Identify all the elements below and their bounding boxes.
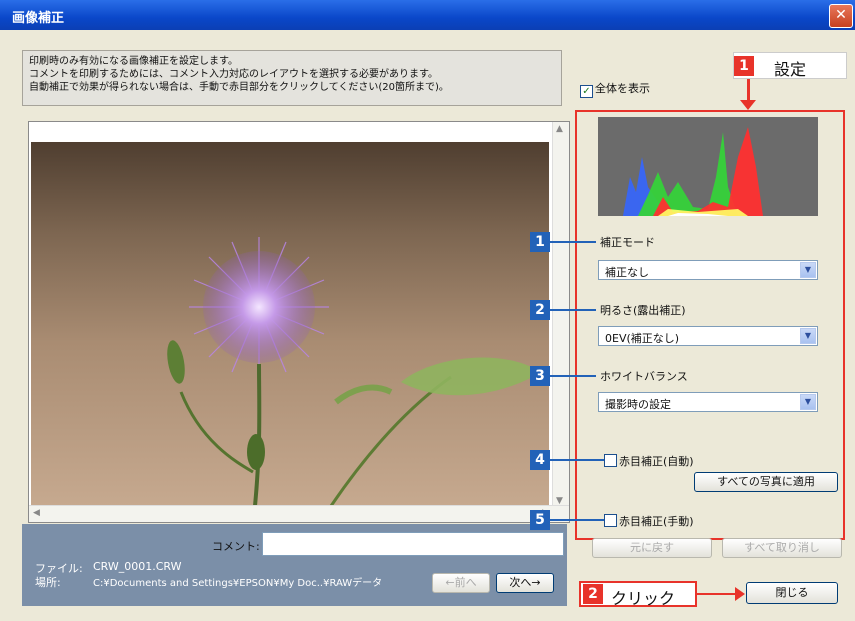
set-callout-label: 設定 bbox=[774, 60, 807, 79]
badge-2: 2 bbox=[530, 300, 550, 320]
comment-label: コメント: bbox=[212, 540, 260, 553]
undo-all-button[interactable]: すべて取り消し bbox=[722, 538, 842, 558]
horizontal-scrollbar[interactable]: ◀ ▶ bbox=[29, 505, 569, 522]
connector-3 bbox=[550, 375, 596, 377]
apply-all-photos-button[interactable]: すべての写真に適用 bbox=[694, 472, 838, 492]
close-window-button[interactable]: ✕ bbox=[829, 4, 853, 28]
click-pointer-line bbox=[697, 593, 737, 595]
click-pointer-arrow-icon bbox=[735, 587, 745, 601]
location-label: 場所: bbox=[35, 576, 61, 589]
badge-4: 4 bbox=[530, 450, 550, 470]
show-all-checkbox[interactable]: ✓ 全体を表示 bbox=[580, 80, 650, 98]
checkbox-icon bbox=[604, 514, 617, 527]
badge-5: 5 bbox=[530, 510, 550, 530]
comment-input[interactable] bbox=[262, 532, 564, 556]
white-balance-value: 撮影時の設定 bbox=[605, 398, 671, 411]
badge-3: 3 bbox=[530, 366, 550, 386]
chevron-down-icon[interactable]: ▼ bbox=[800, 394, 816, 410]
checkmark-icon: ✓ bbox=[580, 85, 593, 98]
correction-mode-label: 補正モード bbox=[600, 236, 655, 249]
white-balance-select[interactable]: 撮影時の設定 ▼ bbox=[598, 392, 818, 412]
scroll-left-icon[interactable]: ◀ bbox=[33, 508, 40, 518]
connector-4 bbox=[550, 459, 604, 461]
description-line: 印刷時のみ有効になる画像補正を設定します。 bbox=[29, 56, 238, 67]
set-pointer-arrow-icon bbox=[740, 100, 756, 110]
close-button[interactable]: 閉じる bbox=[746, 582, 838, 604]
image-correction-dialog: 画像補正 ✕ 印刷時のみ有効になる画像補正を設定します。 コメントを印刷するため… bbox=[0, 0, 855, 621]
file-value: CRW_0001.CRW bbox=[93, 560, 182, 573]
brightness-label: 明るさ(露出補正) bbox=[600, 304, 686, 317]
window-title: 画像補正 bbox=[12, 11, 65, 26]
click-badge: 2 bbox=[583, 584, 603, 604]
description-line: コメントを印刷するためには、コメント入力対応のレイアウトを選択する必要があります… bbox=[29, 69, 438, 80]
next-button[interactable]: 次へ→ bbox=[496, 573, 554, 593]
red-eye-auto-label: 赤目補正(自動) bbox=[619, 455, 694, 468]
click-callout-label: クリック bbox=[611, 589, 676, 608]
undo-button[interactable]: 元に戻す bbox=[592, 538, 712, 558]
description-line: 自動補正で効果が得られない場合は、手動で赤目部分をクリックしてください(20箇所… bbox=[29, 82, 449, 93]
connector-1 bbox=[550, 241, 596, 243]
location-value: C:¥Documents and Settings¥EPSON¥My Doc..… bbox=[93, 578, 383, 589]
image-preview-pane[interactable]: ▲ ▼ ◀ ▶ bbox=[28, 121, 570, 523]
correction-mode-value: 補正なし bbox=[605, 266, 649, 279]
click-callout: 2 クリック bbox=[579, 581, 697, 608]
chevron-down-icon[interactable]: ▼ bbox=[800, 328, 816, 344]
checkbox-icon bbox=[604, 454, 617, 467]
connector-2 bbox=[550, 309, 596, 311]
connector-5 bbox=[550, 519, 604, 521]
red-eye-manual-label: 赤目補正(手動) bbox=[619, 515, 694, 528]
histogram bbox=[598, 117, 818, 216]
chevron-down-icon[interactable]: ▼ bbox=[800, 262, 816, 278]
photo-preview bbox=[31, 142, 549, 506]
title-bar: 画像補正 ✕ bbox=[0, 0, 855, 30]
brightness-value: 0EV(補正なし) bbox=[605, 332, 680, 345]
description-box: 印刷時のみ有効になる画像補正を設定します。 コメントを印刷するためには、コメント… bbox=[22, 50, 562, 106]
red-eye-auto-checkbox[interactable]: 赤目補正(自動) bbox=[604, 453, 694, 469]
scroll-up-icon[interactable]: ▲ bbox=[556, 124, 563, 134]
correction-mode-select[interactable]: 補正なし ▼ bbox=[598, 260, 818, 280]
set-callout: 1 設定 bbox=[733, 52, 847, 79]
previous-button[interactable]: ←前へ bbox=[432, 573, 490, 593]
brightness-select[interactable]: 0EV(補正なし) ▼ bbox=[598, 326, 818, 346]
red-eye-manual-checkbox[interactable]: 赤目補正(手動) bbox=[604, 513, 694, 529]
badge-1: 1 bbox=[530, 232, 550, 252]
vertical-scrollbar[interactable]: ▲ ▼ bbox=[552, 122, 569, 508]
white-balance-label: ホワイトバランス bbox=[600, 370, 688, 383]
set-badge: 1 bbox=[734, 56, 754, 76]
show-all-label: 全体を表示 bbox=[595, 82, 650, 95]
